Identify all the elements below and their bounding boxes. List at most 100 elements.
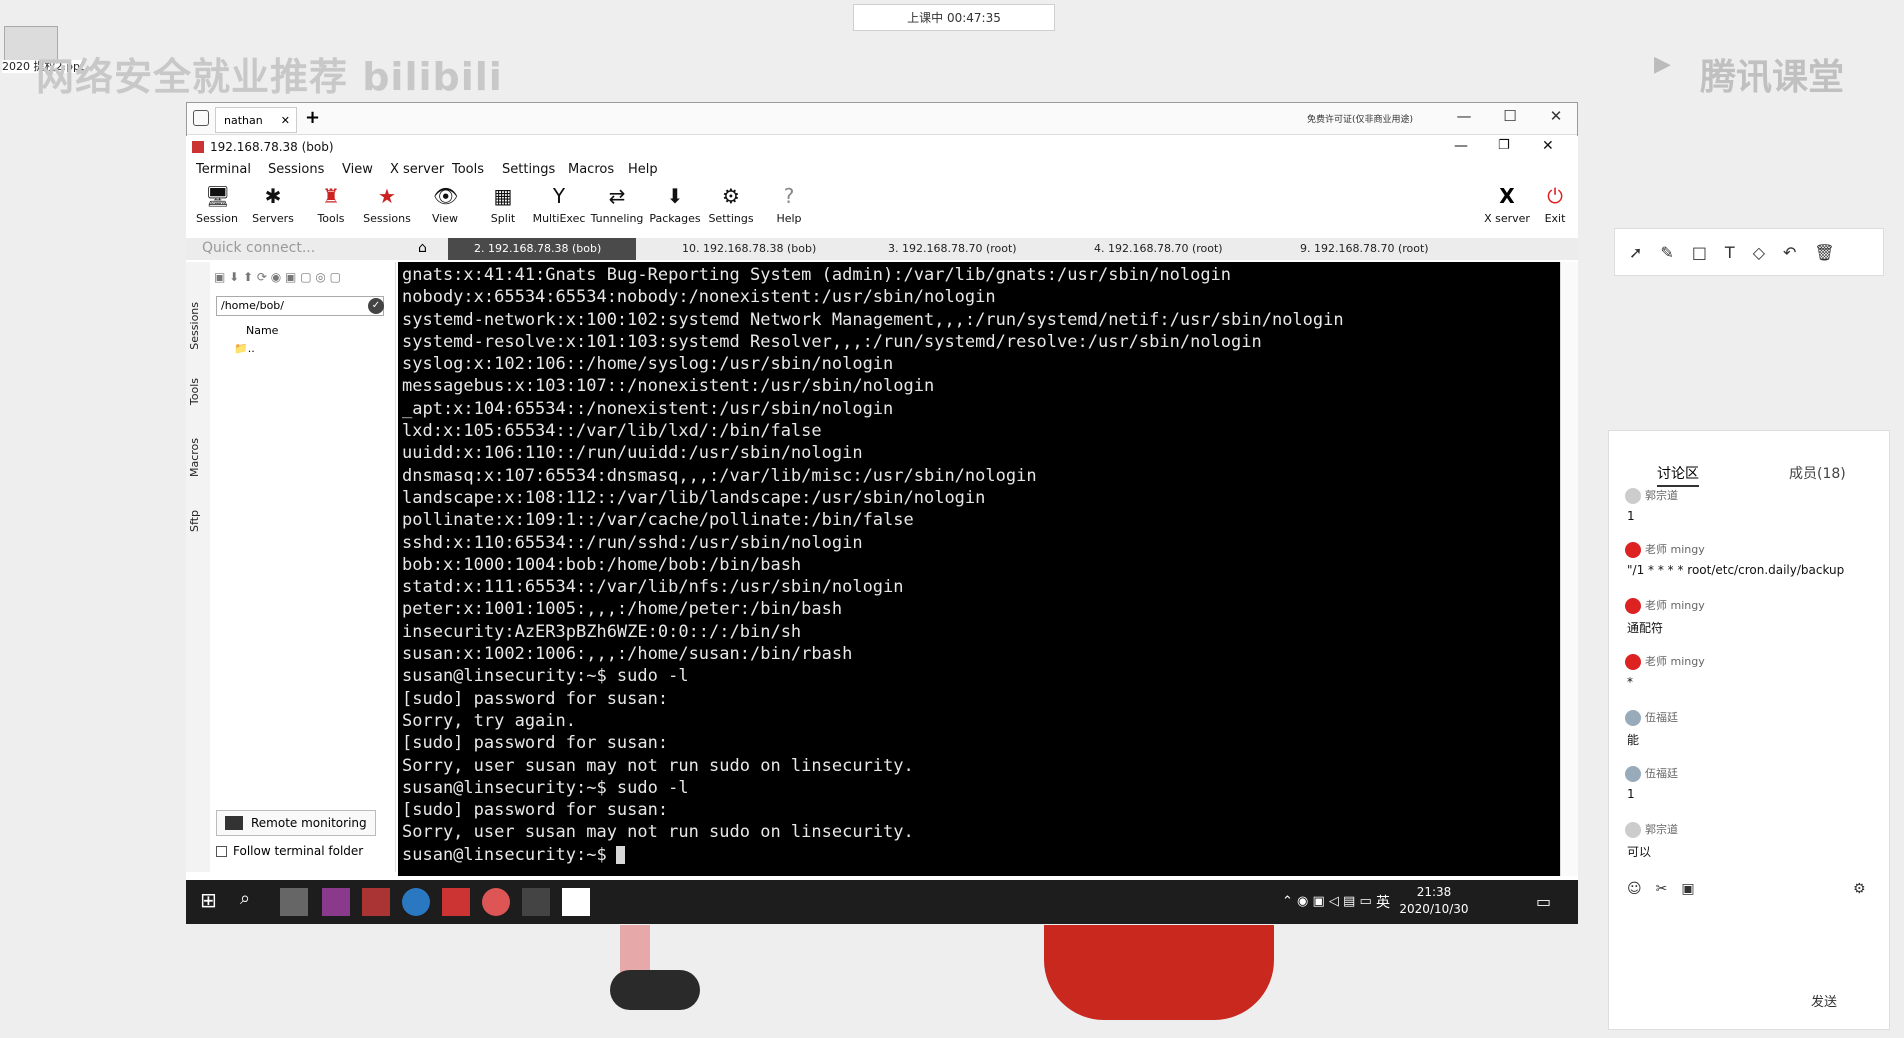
chat-input-tools[interactable]: ☺✂▣ xyxy=(1627,881,1709,897)
menu-x-server[interactable]: X server xyxy=(390,162,444,177)
taskbar-app-mobaxterm[interactable] xyxy=(280,888,308,916)
parent-folder-entry[interactable]: 📁.. xyxy=(234,342,255,355)
tab-nathan-label: nathan xyxy=(224,113,263,127)
taskbar-app-6[interactable] xyxy=(482,888,510,916)
x-server-icon: X xyxy=(1499,184,1515,208)
menu-settings[interactable]: Settings xyxy=(502,162,555,177)
windows-taskbar: ⊞ ⌕ ⌃ ◉ ▣ ◁ ▤ ▭ 英 21:38 2020/10/30 ▭ xyxy=(186,880,1578,924)
menu-tools[interactable]: Tools xyxy=(452,162,484,177)
vtab-macros[interactable]: Macros xyxy=(188,438,201,477)
notification-icon[interactable]: ▭ xyxy=(1536,892,1551,911)
tunneling-button[interactable]: ⇄ Tunneling xyxy=(588,182,646,225)
tab-session-9[interactable]: 9. 192.168.78.70 (root) xyxy=(1274,238,1454,260)
terminal-scrollbar[interactable] xyxy=(1560,262,1578,876)
tab-session-10[interactable]: 10. 192.168.78.38 (bob) xyxy=(656,238,836,260)
packages-label: Packages xyxy=(649,212,701,225)
quick-connect-input[interactable]: Quick connect... xyxy=(202,240,402,258)
taskbar-edge-icon[interactable] xyxy=(402,888,430,916)
sessions-button[interactable]: ★ Sessions xyxy=(358,182,416,225)
chat-msg-1-header: 郭宗道 xyxy=(1625,487,1678,504)
vtab-sftp[interactable]: Sftp xyxy=(188,510,201,532)
help-button[interactable]: ? Help xyxy=(760,182,818,225)
menu-help[interactable]: Help xyxy=(628,162,658,177)
packages-icon: ⬇ xyxy=(666,184,684,208)
avatar xyxy=(1625,709,1641,726)
multiexec-button[interactable]: Y MultiExec xyxy=(530,182,588,225)
path-go-icon[interactable]: ✓ xyxy=(368,298,384,314)
remote-app-icon xyxy=(193,110,209,126)
sftp-path-input[interactable]: /home/bob/ xyxy=(216,296,384,316)
wallpaper-art-red xyxy=(1044,925,1274,1020)
close-icon[interactable]: ✕ xyxy=(281,114,290,127)
chat-msg-2-header: 老师 mingy xyxy=(1625,541,1705,558)
tab-nathan[interactable]: nathan ✕ xyxy=(215,107,297,133)
annotation-toolbar: ➚✎□T◇↶🗑 xyxy=(1614,228,1884,276)
sidebar-vertical-tabs: Sessions Tools Macros Sftp xyxy=(186,262,210,872)
x-server-label: X server xyxy=(1484,212,1530,225)
taskbar-app-5[interactable] xyxy=(442,888,470,916)
moba-close-icon[interactable]: ✕ xyxy=(1542,138,1554,154)
servers-label: Servers xyxy=(252,212,294,225)
servers-button[interactable]: ✱ Servers xyxy=(244,182,302,225)
sftp-toolbar-icons[interactable]: ▣ ⬇ ⬆ ⟳ ◉ ▣ ▢ ◎ ▢ xyxy=(214,270,341,284)
view-button[interactable]: 👁 View xyxy=(416,182,474,225)
tools-button[interactable]: ♜ Tools xyxy=(302,182,360,225)
mobaxterm-logo-icon xyxy=(192,141,204,153)
packages-button[interactable]: ⬇ Packages xyxy=(646,182,704,225)
search-icon[interactable]: ⌕ xyxy=(240,888,268,916)
vtab-tools[interactable]: Tools xyxy=(188,378,201,405)
follow-folder-checkbox[interactable] xyxy=(216,845,227,857)
menu-terminal[interactable]: Terminal xyxy=(196,162,251,177)
tray-icons[interactable]: ⌃ ◉ ▣ ◁ ▤ ▭ xyxy=(1282,894,1372,909)
chat-msg-2-text: "/1 * * * * root/etc/cron.daily/backup xyxy=(1627,563,1845,577)
taskbar-app-3[interactable] xyxy=(362,888,390,916)
send-button[interactable]: 发送 xyxy=(1811,991,1837,1010)
chat-user-name: 郭宗道 xyxy=(1645,489,1678,502)
follow-terminal-folder[interactable]: Follow terminal folder xyxy=(216,844,363,858)
chat-settings-icon[interactable]: ⚙ xyxy=(1853,881,1866,897)
tab-session-2[interactable]: 2. 192.168.78.38 (bob) xyxy=(448,238,636,260)
tab-session-9-label: 9. 192.168.78.70 (root) xyxy=(1300,242,1429,255)
chat-msg-6-header: 伍福廷 xyxy=(1625,765,1678,782)
ime-indicator[interactable]: 英 xyxy=(1376,892,1390,912)
exit-button[interactable]: ⏻ Exit xyxy=(1526,182,1584,225)
chat-msg-4-text: * xyxy=(1627,675,1633,689)
class-timer[interactable]: 上课中 00:47:35 xyxy=(853,4,1055,31)
menu-sessions[interactable]: Sessions xyxy=(268,162,324,177)
tab-discussion[interactable]: 讨论区 xyxy=(1657,463,1699,487)
home-icon[interactable]: ⌂ xyxy=(418,240,427,256)
vtab-sessions[interactable]: Sessions xyxy=(188,302,201,350)
tab-session-2-label: 2. 192.168.78.38 (bob) xyxy=(474,242,602,255)
moba-restore-icon[interactable]: ❐ xyxy=(1498,138,1510,153)
play-icon: ▶ xyxy=(1654,52,1671,77)
terminal-output[interactable]: gnats:x:41:41:Gnats Bug-Reporting System… xyxy=(398,262,1560,876)
menu-macros[interactable]: Macros xyxy=(568,162,614,177)
taskbar-app-7[interactable] xyxy=(522,888,550,916)
tab-session-4[interactable]: 4. 192.168.78.70 (root) xyxy=(1068,238,1248,260)
monitor-icon xyxy=(225,816,243,830)
help-icon: ? xyxy=(783,184,795,208)
watermark-bilibili: 网络安全就业推荐 bilibili xyxy=(36,55,503,99)
new-tab-plus-icon[interactable]: + xyxy=(305,107,320,128)
tab-members[interactable]: 成员(18) xyxy=(1789,463,1846,483)
tunneling-label: Tunneling xyxy=(590,212,644,225)
annotation-tools[interactable]: ➚✎□T◇↶🗑 xyxy=(1629,243,1853,262)
maximize-icon[interactable]: ☐ xyxy=(1495,107,1525,129)
multiexec-label: MultiExec xyxy=(532,212,586,225)
taskbar-clock[interactable]: 21:38 2020/10/30 xyxy=(1394,884,1474,918)
close-window-icon[interactable]: ✕ xyxy=(1541,107,1571,129)
taskbar-app-2[interactable] xyxy=(322,888,350,916)
remote-monitoring-button[interactable]: Remote monitoring xyxy=(216,810,376,836)
tab-session-3[interactable]: 3. 192.168.78.70 (root) xyxy=(862,238,1042,260)
split-button[interactable]: ▦ Split xyxy=(474,182,532,225)
moba-minimize-icon[interactable]: — xyxy=(1454,138,1468,154)
start-windows-icon[interactable]: ⊞ xyxy=(200,888,228,916)
session-button[interactable]: 🖥 Session xyxy=(188,182,246,225)
tab-session-3-label: 3. 192.168.78.70 (root) xyxy=(888,242,1017,255)
chat-msg-7-header: 郭宗道 xyxy=(1625,821,1678,838)
taskbar-app-vm[interactable] xyxy=(562,888,590,916)
file-list-name-header[interactable]: Name xyxy=(246,324,278,337)
minimize-icon[interactable]: — xyxy=(1449,107,1479,129)
menu-view[interactable]: View xyxy=(342,162,373,177)
settings-button[interactable]: ⚙ Settings xyxy=(702,182,760,225)
